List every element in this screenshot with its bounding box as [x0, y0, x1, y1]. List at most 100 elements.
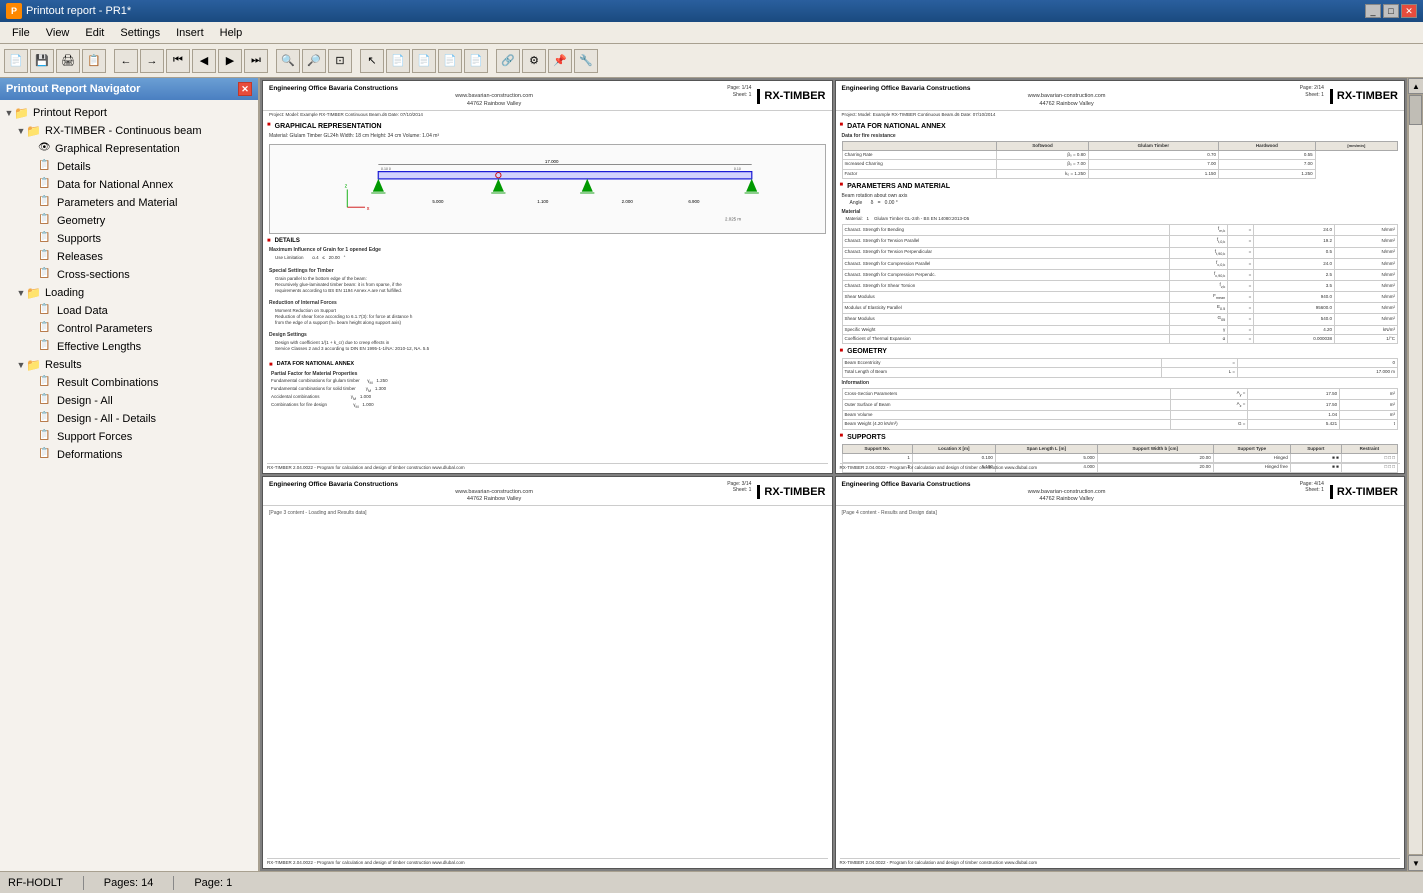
tree-item-national[interactable]: 📋 Data for National Annex [0, 176, 258, 194]
minimize-button[interactable]: _ [1365, 4, 1381, 18]
doc-icon-design-details: 📋 [38, 412, 54, 426]
tree-item-effective-lengths[interactable]: 📋 Effective Lengths [0, 338, 258, 356]
company-web-1: www.bavarian-construction.com [269, 93, 719, 100]
company-addr-4: 44762 Rainbow Valley [842, 496, 1292, 503]
content-area[interactable]: Engineering Office Bavaria Constructions… [260, 78, 1407, 871]
new-button[interactable]: 📄 [4, 49, 28, 73]
tool3-button[interactable]: 📄 [438, 49, 462, 73]
material-info: Material: Glulam Timber GL24h Width: 18 … [263, 133, 832, 140]
company-name-3: Engineering Office Bavaria Constructions [269, 481, 719, 489]
company-name-4: Engineering Office Bavaria Constructions [842, 481, 1292, 489]
menu-insert[interactable]: Insert [168, 25, 212, 41]
menu-edit[interactable]: Edit [77, 25, 112, 41]
doc-icon-load-data: 📋 [38, 304, 54, 318]
select-button[interactable]: ↖ [360, 49, 384, 73]
print-button[interactable]: 🖨 [56, 49, 80, 73]
company-web-2: www.bavarian-construction.com [842, 93, 1292, 100]
params-data: Beam rotation about own axis Angle δ = 0… [836, 193, 1405, 344]
menu-settings[interactable]: Settings [112, 25, 168, 41]
tree-label-support-forces: Support Forces [57, 431, 132, 443]
tree-arrow[interactable]: ▼ [4, 108, 14, 118]
tree-arrow-rx[interactable]: ▼ [16, 126, 26, 136]
folder-icon-results: 📁 [26, 358, 42, 372]
project-line-1: Project: Model: Example RX-TIMBER Contin… [263, 111, 832, 119]
link-button[interactable]: 🔗 [496, 49, 520, 73]
maximize-button[interactable]: □ [1383, 4, 1399, 18]
scroll-thumb[interactable] [1409, 95, 1422, 125]
zoom-fit-button[interactable]: ⊡ [328, 49, 352, 73]
page-2-header: Engineering Office Bavaria Constructions… [836, 81, 1405, 111]
tree-label-geometry: Geometry [57, 215, 105, 227]
tree-label-details: Details [57, 161, 91, 173]
tree-item-deformations[interactable]: 📋 Deformations [0, 446, 258, 464]
scroll-down-button[interactable]: ▼ [1408, 855, 1423, 871]
copy-button[interactable]: 📋 [82, 49, 106, 73]
svg-text:6.900: 6.900 [688, 198, 700, 203]
svg-text:z: z [345, 183, 348, 189]
tool1-button[interactable]: 📄 [386, 49, 410, 73]
tree-label-cross-sections: Cross-sections [57, 269, 130, 281]
scroll-track[interactable] [1408, 94, 1423, 855]
tree-arrow-results[interactable]: ▼ [16, 360, 26, 370]
pin-button[interactable]: 📌 [548, 49, 572, 73]
doc-icon-result-comb: 📋 [38, 376, 54, 390]
tree-label-national: Data for National Annex [57, 179, 173, 191]
tree-item-supports[interactable]: 📋 Supports [0, 230, 258, 248]
panel-close-button[interactable]: ✕ [238, 82, 252, 96]
page-3: Engineering Office Bavaria Constructions… [262, 476, 833, 870]
tree-item-support-forces[interactable]: 📋 Support Forces [0, 428, 258, 446]
doc-icon-params: 📋 [38, 196, 54, 210]
tree-item-results[interactable]: ▼ 📁 Results [0, 356, 258, 374]
tree-item-design-all-details[interactable]: 📋 Design - All - Details [0, 410, 258, 428]
tree-item-releases[interactable]: 📋 Releases [0, 248, 258, 266]
tree-label-deformations: Deformations [57, 449, 122, 461]
folder-icon-rx: 📁 [26, 124, 42, 138]
close-button[interactable]: ✕ [1401, 4, 1417, 18]
panel-header: Printout Report Navigator ✕ [0, 78, 258, 100]
tree-item-printout-report[interactable]: ▼ 📁 Printout Report [0, 104, 258, 122]
menu-view[interactable]: View [38, 25, 78, 41]
tree-arrow-loading[interactable]: ▼ [16, 288, 26, 298]
page-1-header: Engineering Office Bavaria Constructions… [263, 81, 832, 111]
doc-icon-deformations: 📋 [38, 448, 54, 462]
doc-icon-design-all: 📋 [38, 394, 54, 408]
tree-item-loading[interactable]: ▼ 📁 Loading [0, 284, 258, 302]
scroll-up-button[interactable]: ▲ [1408, 78, 1423, 94]
doc-icon-national: 📋 [38, 178, 54, 192]
company-addr-3: 44762 Rainbow Valley [269, 496, 719, 503]
menu-help[interactable]: Help [212, 25, 251, 41]
tree-item-graphical[interactable]: 👁 Graphical Representation [0, 140, 258, 158]
tree-item-design-all[interactable]: 📋 Design - All [0, 392, 258, 410]
section-geometry: GEOMETRY [840, 347, 1401, 356]
tree-item-control-params[interactable]: 📋 Control Parameters [0, 320, 258, 338]
tree-label-load-data: Load Data [57, 305, 108, 317]
tree-item-result-combinations[interactable]: 📋 Result Combinations [0, 374, 258, 392]
tree-label-printout-report: Printout Report [33, 107, 107, 119]
tree-item-load-data[interactable]: 📋 Load Data [0, 302, 258, 320]
menu-file[interactable]: File [4, 25, 38, 41]
vertical-scrollbar[interactable]: ▲ ▼ [1407, 78, 1423, 871]
first-button[interactable]: ⏮ [166, 49, 190, 73]
prev-button[interactable]: ◀ [192, 49, 216, 73]
tree-label-graphical: Graphical Representation [55, 143, 180, 155]
last-button[interactable]: ⏭ [244, 49, 268, 73]
tree-item-rx-timber[interactable]: ▼ 📁 RX-TIMBER - Continuous beam [0, 122, 258, 140]
project-line-2: Project: Model: Example RX-TIMBER Contin… [836, 111, 1405, 119]
save-button[interactable]: 💾 [30, 49, 54, 73]
tool-button[interactable]: 🔧 [574, 49, 598, 73]
page-2: Engineering Office Bavaria Constructions… [835, 80, 1406, 474]
tree-item-cross-sections[interactable]: 📋 Cross-sections [0, 266, 258, 284]
page-3-content: [Page 3 content - Loading and Results da… [269, 510, 826, 517]
zoom-out-button[interactable]: 🔎 [302, 49, 326, 73]
redo-button[interactable]: → [140, 49, 164, 73]
tree-item-geometry[interactable]: 📋 Geometry [0, 212, 258, 230]
tool2-button[interactable]: 📄 [412, 49, 436, 73]
tool4-button[interactable]: 📄 [464, 49, 488, 73]
tree-container[interactable]: ▼ 📁 Printout Report ▼ 📁 RX-TIMBER - Cont… [0, 100, 258, 871]
undo-button[interactable]: ← [114, 49, 138, 73]
next-button[interactable]: ▶ [218, 49, 242, 73]
settings-button[interactable]: ⚙ [522, 49, 546, 73]
zoom-in-button[interactable]: 🔍 [276, 49, 300, 73]
tree-item-params[interactable]: 📋 Parameters and Material [0, 194, 258, 212]
tree-item-details[interactable]: 📋 Details [0, 158, 258, 176]
